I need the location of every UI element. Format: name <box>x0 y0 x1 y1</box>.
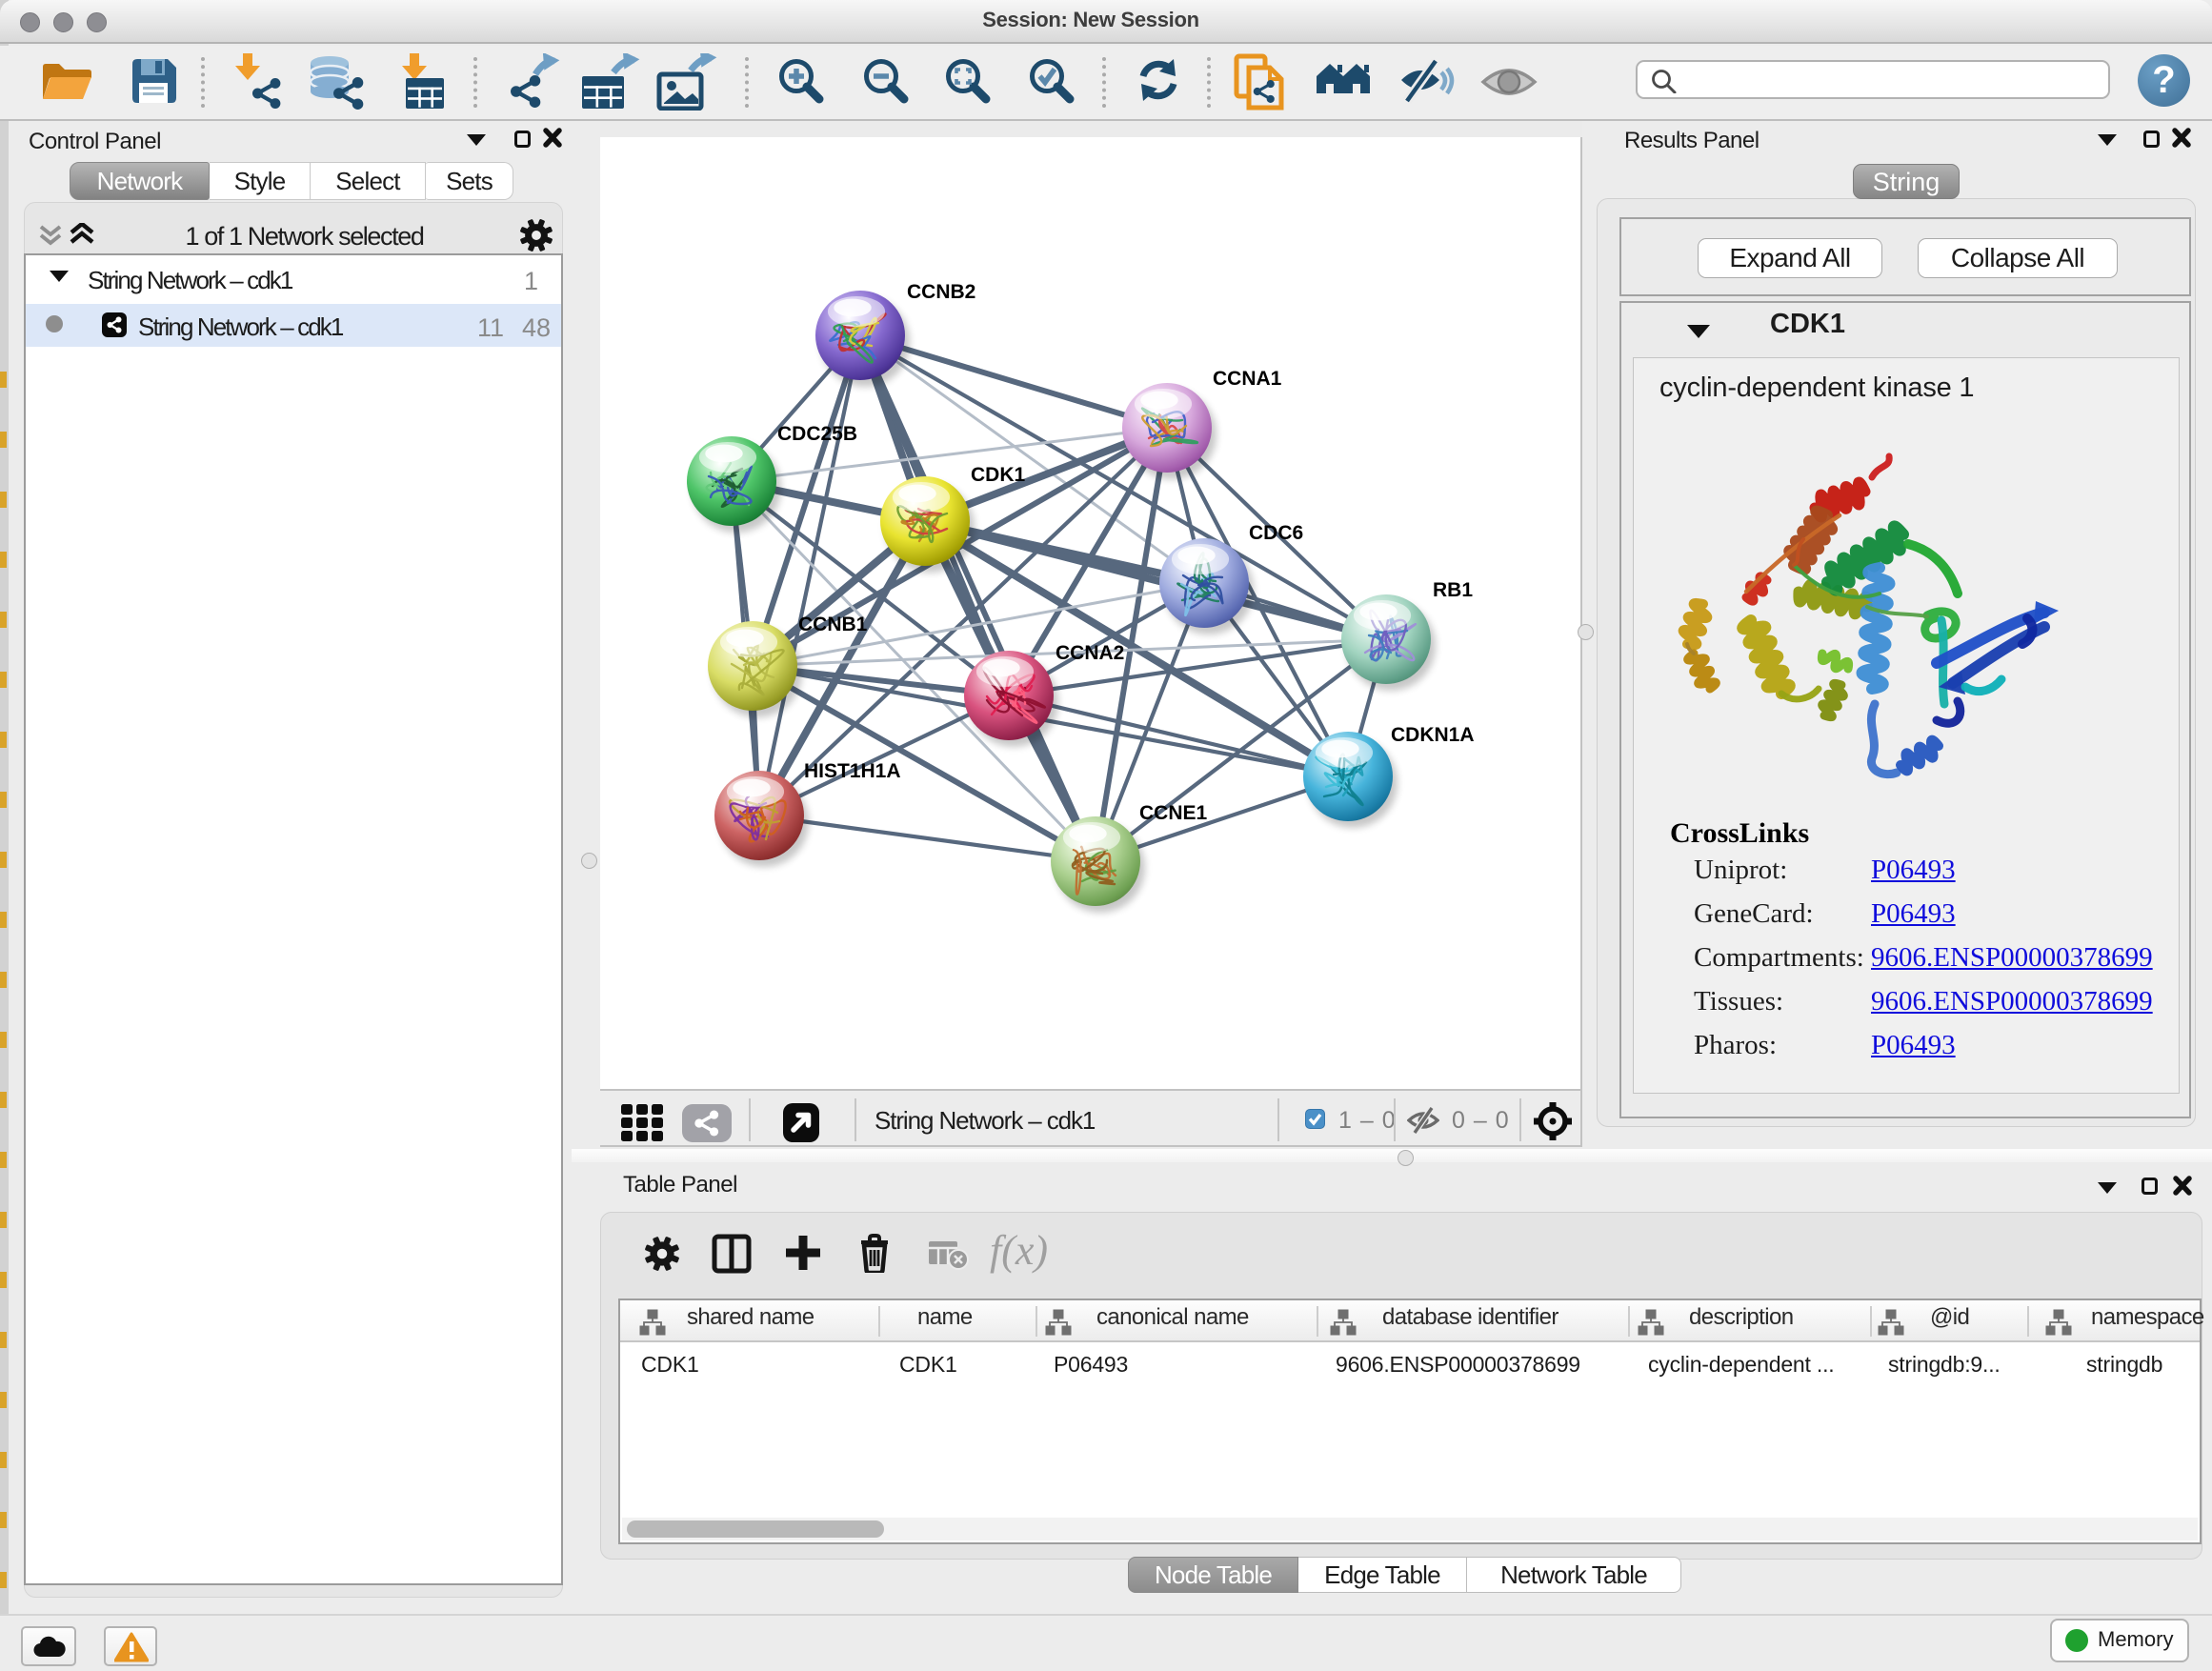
svg-text:CDK1: CDK1 <box>971 464 1025 486</box>
svg-text:CDKN1A: CDKN1A <box>1391 724 1475 746</box>
svg-text:CDC6: CDC6 <box>1249 522 1303 544</box>
svg-text:CCNA2: CCNA2 <box>1056 642 1124 664</box>
svg-text:CCNB1: CCNB1 <box>798 614 868 635</box>
svg-text:RB1: RB1 <box>1433 579 1473 601</box>
svg-text:HIST1H1A: HIST1H1A <box>804 760 901 782</box>
svg-text:CCNB2: CCNB2 <box>907 281 975 303</box>
svg-text:CCNE1: CCNE1 <box>1139 802 1208 824</box>
svg-text:CCNA1: CCNA1 <box>1213 368 1282 390</box>
svg-text:CDC25B: CDC25B <box>777 423 857 445</box>
